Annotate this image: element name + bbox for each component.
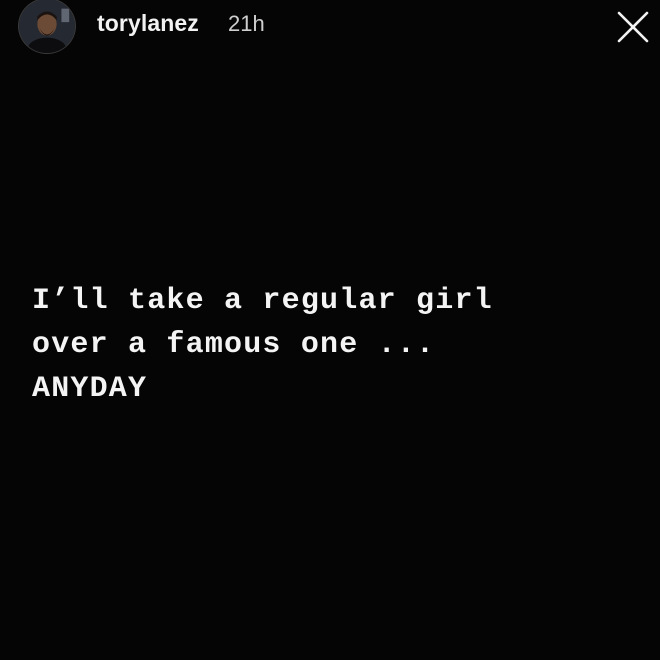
close-icon: [617, 11, 649, 43]
story-text-line: I’ll take a regular girl: [32, 284, 493, 318]
story-viewer[interactable]: torylanez 21h I’ll take a regular girl o…: [0, 0, 660, 660]
profile-avatar-icon: [19, 0, 75, 53]
story-text-line: ANYDAY: [32, 372, 148, 406]
avatar[interactable]: [18, 0, 76, 54]
username[interactable]: torylanez: [97, 10, 199, 37]
timestamp: 21h: [228, 11, 265, 36]
close-button[interactable]: [615, 9, 651, 45]
story-text-line: over a famous one ...: [32, 328, 436, 362]
story-header: torylanez 21h: [0, 0, 660, 54]
story-text: I’ll take a regular girl over a famous o…: [32, 279, 632, 411]
